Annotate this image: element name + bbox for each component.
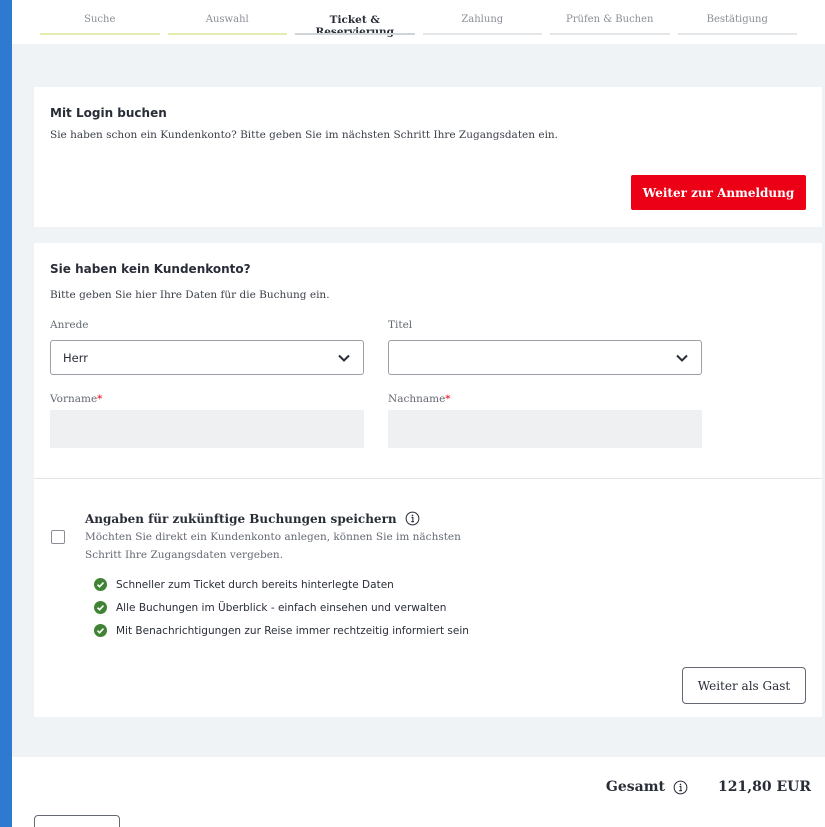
info-icon[interactable] <box>673 780 688 795</box>
firstname-input[interactable] <box>50 410 364 448</box>
step-suche[interactable]: Suche <box>36 0 164 44</box>
guest-title: Sie haben kein Kundenkonto? <box>50 262 251 276</box>
total-label: Gesamt <box>605 779 666 795</box>
step-auswahl[interactable]: Auswahl <box>164 0 292 44</box>
booking-stepper: Suche Auswahl Ticket & Reservierung Zahl… <box>12 0 825 44</box>
save-data-checkbox[interactable] <box>51 530 65 544</box>
back-button[interactable] <box>34 815 120 827</box>
total-price: Gesamt 121,80 EUR <box>606 779 811 795</box>
save-data-title: Angaben für zukünftige Buchungen speiche… <box>85 511 397 526</box>
continue-to-login-button[interactable]: Weiter zur Anmeldung <box>631 175 806 210</box>
chevron-down-icon <box>676 354 688 362</box>
price-footer: Gesamt 121,80 EUR <box>12 757 825 827</box>
firstname-label-text: Vorname <box>50 393 98 405</box>
booking-page: Suche Auswahl Ticket & Reservierung Zahl… <box>12 0 825 827</box>
lastname-input[interactable] <box>388 410 702 448</box>
chevron-down-icon <box>338 354 350 362</box>
step-zahlung: Zahlung <box>419 0 547 44</box>
salutation-value: Herr <box>63 350 88 365</box>
section-divider <box>34 478 822 479</box>
guest-form-card: Sie haben kein Kundenkonto? Bitte geben … <box>34 243 822 717</box>
required-mark: * <box>97 393 103 405</box>
step-ticket-reservierung: Ticket & Reservierung <box>291 0 419 44</box>
step-pruefen-buchen: Prüfen & Buchen <box>546 0 674 44</box>
lastname-label-text: Nachname <box>388 393 446 405</box>
window-left-border <box>0 0 12 827</box>
continue-as-guest-button[interactable]: Weiter als Gast <box>682 667 806 704</box>
title-select[interactable] <box>388 340 702 375</box>
guest-text: Bitte geben Sie hier Ihre Daten für die … <box>50 289 330 301</box>
salutation-select[interactable]: Herr <box>50 340 364 375</box>
title-label: Titel <box>388 319 413 331</box>
benefit-item: Mit Benachrichtigungen zur Reise immer r… <box>94 624 469 637</box>
total-value: 121,80 EUR <box>718 779 811 795</box>
save-data-text-2: Schritt Ihre Zugangsdaten vergeben. <box>85 549 284 561</box>
login-title: Mit Login buchen <box>50 106 167 120</box>
benefit-text: Schneller zum Ticket durch bereits hinte… <box>116 578 394 591</box>
login-card: Mit Login buchen Sie haben schon ein Kun… <box>34 87 822 227</box>
salutation-label: Anrede <box>50 319 89 331</box>
required-mark: * <box>445 393 451 405</box>
step-bestaetigung: Bestätigung <box>674 0 802 44</box>
lastname-label: Nachname* <box>388 393 451 405</box>
login-text: Sie haben schon ein Kundenkonto? Bitte g… <box>50 129 559 141</box>
check-circle-icon <box>94 601 107 614</box>
save-data-heading: Angaben für zukünftige Buchungen speiche… <box>85 511 420 526</box>
check-circle-icon <box>94 578 107 591</box>
benefit-text: Mit Benachrichtigungen zur Reise immer r… <box>116 624 469 637</box>
save-data-text-1: Möchten Sie direkt ein Kundenkonto anleg… <box>85 531 461 543</box>
benefit-item: Alle Buchungen im Überblick - einfach ei… <box>94 601 446 614</box>
check-circle-icon <box>94 624 107 637</box>
firstname-label: Vorname* <box>50 393 102 405</box>
info-icon[interactable] <box>405 511 420 526</box>
benefit-text: Alle Buchungen im Überblick - einfach ei… <box>116 601 447 614</box>
benefit-item: Schneller zum Ticket durch bereits hinte… <box>94 578 394 591</box>
